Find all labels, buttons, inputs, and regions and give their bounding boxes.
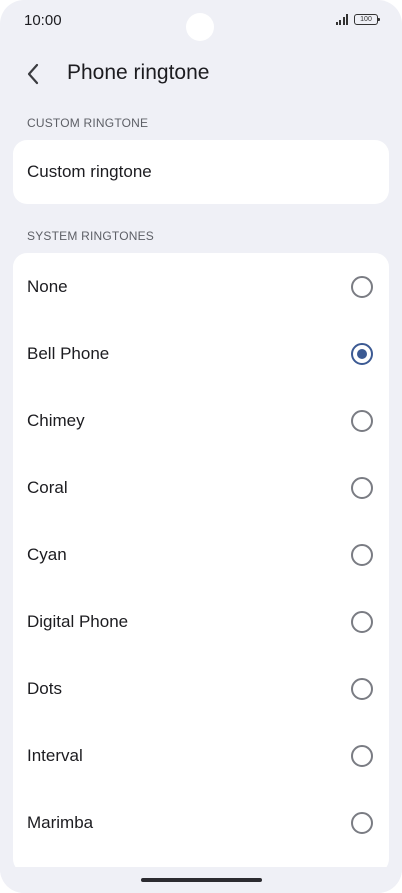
radio-unselected[interactable]: [351, 744, 373, 767]
ringtone-label: Cyan: [27, 544, 67, 564]
phone-screen: 10:00 100 Phone ringtone CUSTOM RINGTONE…: [0, 0, 402, 893]
signal-icon: [335, 14, 348, 25]
radio-unselected[interactable]: [351, 275, 373, 298]
section-header-custom: CUSTOM RINGTONE: [27, 116, 149, 130]
home-indicator[interactable]: [141, 878, 262, 882]
camera-cutout: [186, 13, 214, 41]
ringtone-item[interactable]: Cyan: [13, 521, 389, 588]
custom-ringtone-card: Custom ringtone: [13, 140, 389, 204]
app-header: Phone ringtone: [0, 56, 402, 92]
ringtone-item[interactable]: Marimba: [13, 789, 389, 856]
section-header-system: SYSTEM RINGTONES: [27, 229, 154, 243]
ringtone-label: Coral: [27, 477, 68, 497]
ringtone-label: Interval: [27, 745, 83, 765]
ringtone-item[interactable]: Digital Phone: [13, 588, 389, 655]
radio-selected[interactable]: [351, 342, 373, 365]
radio-unselected[interactable]: [351, 610, 373, 633]
ringtone-item[interactable]: None: [13, 253, 389, 320]
ringtone-label: Marimba: [27, 812, 94, 832]
radio-unselected[interactable]: [351, 677, 373, 700]
status-bar: 10:00 100: [0, 0, 402, 41]
ringtone-item[interactable]: Interval: [13, 722, 389, 789]
ringtone-item[interactable]: Coral: [13, 454, 389, 521]
page-title: Phone ringtone: [67, 61, 210, 84]
ringtone-label: Dots: [27, 678, 62, 698]
back-button[interactable]: [16, 56, 50, 92]
ringtone-item[interactable]: Dots: [13, 655, 389, 722]
ringtone-label: Digital Phone: [27, 611, 129, 631]
ringtone-label: Chimey: [27, 410, 85, 430]
custom-ringtone-label: Custom ringtone: [27, 162, 152, 181]
radio-unselected[interactable]: [351, 811, 373, 834]
radio-unselected[interactable]: [351, 476, 373, 499]
ringtone-label: None: [27, 276, 68, 296]
custom-ringtone-item[interactable]: Custom ringtone: [13, 140, 389, 204]
system-ringtones-list: None Bell Phone Chimey Coral Cyan Digital Pho…: [13, 253, 389, 873]
chevron-left-icon: [27, 63, 39, 85]
radio-unselected[interactable]: [351, 543, 373, 566]
status-icons: 100: [335, 14, 380, 25]
radio-unselected[interactable]: [351, 409, 373, 432]
ringtone-label: Bell Phone: [27, 343, 110, 363]
ringtone-item[interactable]: Bell Phone: [13, 320, 389, 387]
battery-icon: 100: [354, 14, 380, 25]
ringtone-item[interactable]: Chimey: [13, 387, 389, 454]
status-time: 10:00: [24, 12, 62, 29]
